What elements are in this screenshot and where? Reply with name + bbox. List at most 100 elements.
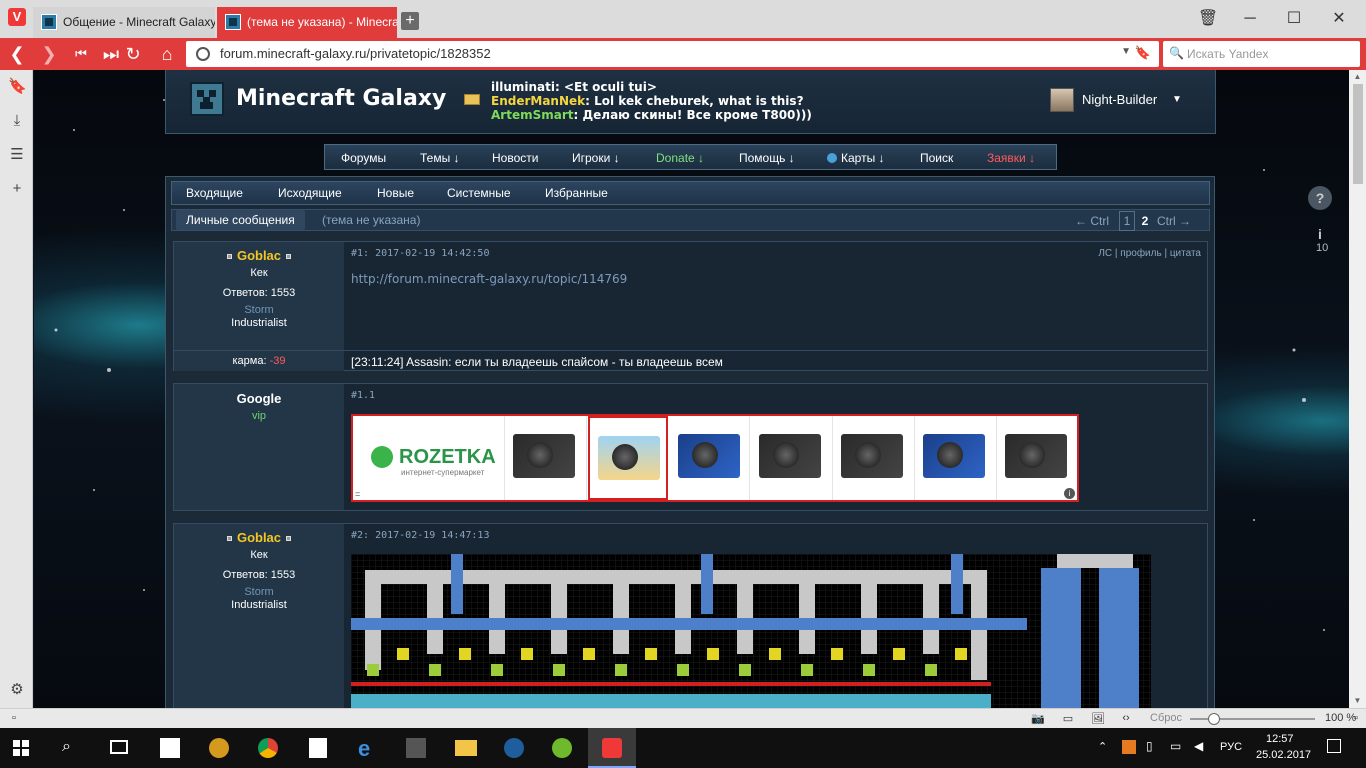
pm-tab-new[interactable]: Новые: [377, 186, 414, 200]
post-link[interactable]: http://forum.minecraft-galaxy.ru/topic/1…: [351, 272, 627, 286]
screenshot-icon[interactable]: 📷: [1030, 712, 1046, 725]
nav-help[interactable]: Помощь ↓: [739, 151, 795, 165]
fast-forward-icon[interactable]: ⏭: [100, 43, 122, 65]
network-icon[interactable]: ▭: [1170, 739, 1181, 753]
author-name[interactable]: Goblac: [174, 530, 344, 545]
add-panel-icon[interactable]: +: [8, 180, 26, 198]
ad-product[interactable]: [833, 416, 915, 500]
ad-brand-cell[interactable]: ROZETKA интернет-супермаркет: [353, 416, 505, 500]
pm-tab-system[interactable]: Системные: [447, 186, 511, 200]
ad-banner[interactable]: ROZETKA интернет-супермаркет i =: [351, 414, 1079, 502]
scroll-up-icon[interactable]: ▲: [1349, 70, 1366, 84]
author-group[interactable]: Storm: [174, 586, 344, 598]
search-input[interactable]: [1187, 45, 1355, 63]
pager-prev[interactable]: ← Ctrl: [1075, 211, 1109, 231]
ad-product[interactable]: [588, 416, 668, 500]
user-name[interactable]: Night-Builder: [1082, 92, 1157, 107]
trash-icon[interactable]: 🗑: [1196, 8, 1220, 30]
clock-date[interactable]: 25.02.2017: [1256, 749, 1311, 761]
bookmarks-panel-icon[interactable]: 🔖: [8, 78, 27, 96]
mail-icon[interactable]: [464, 94, 480, 105]
search-icon[interactable]: ⌕: [62, 738, 71, 756]
start-button[interactable]: [13, 740, 29, 756]
page-actions-icon[interactable]: ‹›: [1118, 712, 1134, 725]
language-indicator[interactable]: РУС: [1220, 741, 1242, 753]
ad-product[interactable]: [505, 416, 587, 500]
vivaldi-menu-icon[interactable]: V: [8, 8, 26, 26]
close-button[interactable]: ✕: [1327, 8, 1351, 30]
author-group[interactable]: Storm: [174, 304, 344, 316]
nav-applications[interactable]: Заявки ↓: [987, 151, 1035, 165]
shout-nick[interactable]: ArtemSmart: [491, 108, 573, 122]
rewind-icon[interactable]: ⏮: [70, 43, 92, 65]
tray-app-icon[interactable]: [1122, 740, 1136, 754]
nav-donate[interactable]: Donate ↓: [656, 151, 704, 165]
maximize-button[interactable]: ☐: [1282, 8, 1306, 30]
user-menu-caret-icon[interactable]: ▼: [1172, 94, 1182, 105]
volume-icon[interactable]: ◀: [1194, 739, 1203, 753]
scroll-down-icon[interactable]: ▼: [1349, 694, 1366, 708]
address-bar[interactable]: forum.minecraft-galaxy.ru/privatetopic/1…: [186, 41, 1159, 67]
tab-general[interactable]: Общение - Minecraft Galaxy: [33, 7, 215, 38]
tray-device-icon[interactable]: ▯: [1146, 739, 1153, 753]
page-scrollbar[interactable]: ▲ ▼: [1349, 70, 1366, 708]
reactor-screenshot[interactable]: [351, 554, 1151, 708]
pager-page-1[interactable]: 1: [1119, 211, 1135, 231]
url-text[interactable]: forum.minecraft-galaxy.ru/privatetopic/1…: [220, 46, 491, 61]
zoom-slider[interactable]: [1190, 713, 1315, 725]
creeper-logo-icon[interactable]: [190, 82, 224, 116]
notes-icon[interactable]: ☰: [8, 146, 26, 164]
ad-product[interactable]: [670, 416, 750, 500]
pm-tab-inbox[interactable]: Входящие: [186, 186, 243, 200]
tab-private-topic[interactable]: (тема не указана) - Minecraft Galaxy: [217, 7, 397, 38]
pm-tab-outbox[interactable]: Исходящие: [278, 186, 342, 200]
chevron-down-icon[interactable]: ▼: [1121, 46, 1131, 57]
tile-icon[interactable]: ▭: [1060, 712, 1076, 725]
shout-nick[interactable]: illuminati: [491, 80, 555, 94]
pager-next[interactable]: Ctrl →: [1157, 211, 1191, 231]
app-icon[interactable]: [209, 738, 229, 758]
notifications-icon[interactable]: [1327, 739, 1341, 753]
store-icon[interactable]: [160, 738, 180, 758]
breadcrumb-section[interactable]: Личные сообщения: [176, 210, 305, 230]
nav-maps[interactable]: Карты ↓: [827, 151, 885, 165]
nav-search[interactable]: Поиск: [920, 151, 953, 165]
file-explorer-icon[interactable]: [455, 740, 477, 756]
vivaldi-taskbar-icon[interactable]: [588, 728, 636, 768]
world-of-tanks-icon[interactable]: [406, 738, 426, 758]
back-icon[interactable]: ❮: [6, 43, 28, 65]
new-tab-button[interactable]: +: [401, 12, 419, 30]
user-avatar[interactable]: [1050, 88, 1074, 112]
task-view-icon[interactable]: [110, 740, 128, 754]
settings-gear-icon[interactable]: ⚙: [8, 681, 26, 699]
forward-icon[interactable]: ❯: [38, 43, 60, 65]
nav-players[interactable]: Игроки ↓: [572, 151, 620, 165]
statusbar-toggle-icon[interactable]: ▫: [1348, 712, 1364, 725]
pm-tab-favorites[interactable]: Избранные: [545, 186, 608, 200]
ad-product[interactable]: [915, 416, 997, 500]
dice-app-icon[interactable]: [309, 738, 327, 758]
panel-toggle-icon[interactable]: ▫: [6, 712, 22, 725]
zoom-slider-knob[interactable]: [1208, 713, 1220, 725]
minimize-button[interactable]: ─: [1238, 8, 1262, 30]
downloads-icon[interactable]: ⤓: [8, 112, 26, 130]
nav-forums[interactable]: Форумы: [341, 151, 386, 165]
ad-menu-icon[interactable]: =: [355, 489, 360, 499]
reload-icon[interactable]: ↻: [122, 43, 144, 65]
utorrent-icon[interactable]: [552, 738, 572, 758]
tray-up-icon[interactable]: ⌃: [1098, 740, 1107, 753]
clock-time[interactable]: 12:57: [1266, 733, 1294, 745]
ad-product[interactable]: [997, 416, 1077, 500]
help-icon[interactable]: ?: [1308, 186, 1332, 210]
bookmark-icon[interactable]: 🔖: [1135, 45, 1151, 61]
shout-nick[interactable]: EnderManNek: [491, 94, 585, 108]
edge-icon[interactable]: e: [358, 736, 370, 762]
nav-news[interactable]: Новости: [492, 151, 538, 165]
browser-app-icon[interactable]: [504, 738, 524, 758]
post-actions[interactable]: ЛС | профиль | цитата: [1098, 248, 1201, 259]
author-name[interactable]: Goblac: [174, 248, 344, 263]
search-box[interactable]: 🔍: [1163, 41, 1360, 67]
home-icon[interactable]: ⌂: [156, 43, 178, 65]
scroll-thumb[interactable]: [1353, 84, 1363, 184]
images-icon[interactable]: 🖼: [1090, 712, 1106, 725]
